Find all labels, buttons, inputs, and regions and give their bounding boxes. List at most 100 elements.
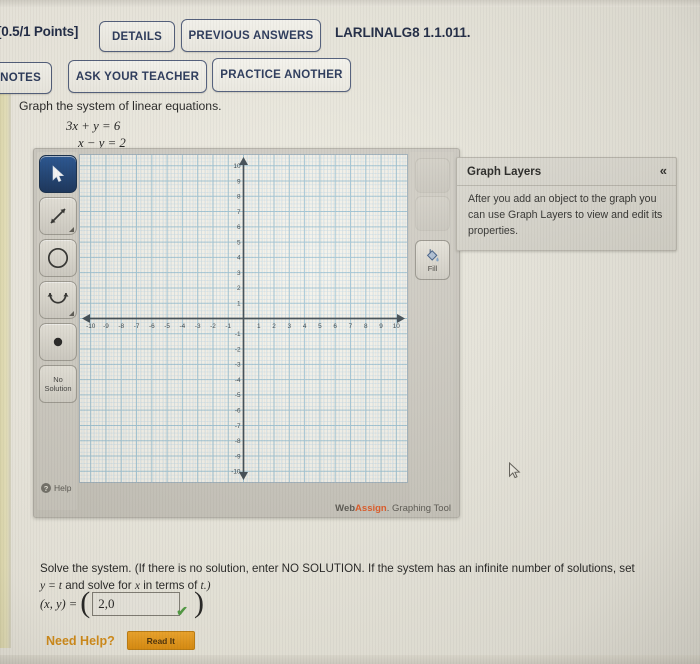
graphing-tool: No Solution ? Help -10 -9 -8 -7 -6 -5 -4 -3 -2 -1… — [33, 148, 460, 518]
top-edge-band — [0, 0, 700, 7]
svg-text:-10: -10 — [231, 469, 241, 476]
graph-help-label: Help — [54, 483, 72, 493]
correct-checkmark-icon: ✔ — [176, 602, 188, 619]
solve-line-2-d: in terms of — [139, 579, 201, 592]
svg-text:9: 9 — [379, 323, 383, 330]
svg-text:-5: -5 — [164, 323, 170, 330]
svg-text:-1: -1 — [225, 323, 231, 330]
answer-row: (x, y) = ( ✔ ) — [40, 588, 204, 619]
graph-layers-message: After you add an object to the graph you… — [468, 193, 663, 237]
graph-toolbar-right: Fill — [410, 152, 454, 510]
svg-text:3: 3 — [288, 323, 292, 330]
svg-text:1: 1 — [237, 301, 241, 308]
my-notes-button[interactable]: Y NOTES — [0, 62, 52, 94]
practice-another-button[interactable]: PRACTICE ANOTHER — [212, 58, 351, 92]
svg-text:1: 1 — [257, 323, 261, 330]
bottom-edge-band — [0, 655, 700, 664]
read-it-button[interactable]: Read It — [126, 631, 195, 650]
point-dot-icon — [53, 337, 63, 347]
svg-text:-5: -5 — [235, 392, 241, 399]
collapse-panel-icon[interactable]: « — [660, 163, 667, 178]
svg-text:3: 3 — [237, 270, 241, 277]
svg-text:8: 8 — [364, 323, 368, 330]
svg-text:7: 7 — [237, 209, 241, 216]
svg-text:-2: -2 — [235, 346, 241, 353]
xy-label: (x, y) = — [40, 596, 78, 611]
brand-web: Web — [335, 503, 356, 514]
graph-toolbar-left: No Solution ? Help — [37, 152, 77, 510]
solve-instructions: Solve the system. (If there is no soluti… — [40, 560, 670, 594]
point-tool-button[interactable] — [39, 323, 77, 361]
fill-tool-button[interactable]: Fill — [415, 240, 450, 280]
svg-text:-9: -9 — [235, 453, 241, 460]
graph-layers-title: Graph Layers — [467, 165, 542, 178]
svg-text:-7: -7 — [235, 423, 241, 430]
webassign-brand: WebAssign. Graphing Tool — [335, 503, 451, 514]
svg-text:-10: -10 — [86, 323, 96, 330]
coordinate-plane: -10 -9 -8 -7 -6 -5 -4 -3 -2 -1 1 2 3 4 5 6 7 8 9 10 10 9 8 7 6 5 4… — [80, 155, 407, 482]
svg-text:7: 7 — [349, 323, 353, 330]
paint-bucket-icon — [426, 248, 439, 261]
circle-icon — [47, 247, 69, 269]
cursor-arrow-icon — [52, 165, 64, 182]
svg-text:-6: -6 — [235, 407, 241, 414]
solve-line-1: Solve the system. (If there is no soluti… — [40, 562, 635, 575]
equation-1: 3x + y = 6 — [66, 119, 121, 133]
question-prompt: Graph the system of linear equations. — [19, 99, 222, 113]
need-help-label: Need Help? — [46, 633, 115, 648]
svg-text:5: 5 — [237, 239, 241, 246]
svg-text:2: 2 — [237, 285, 241, 292]
ask-your-teacher-button[interactable]: ASK YOUR TEACHER — [68, 60, 207, 93]
svg-text:-1: -1 — [235, 331, 241, 338]
svg-text:4: 4 — [303, 323, 307, 330]
question-code: LARLINALG8 1.1.011. — [335, 25, 471, 40]
svg-text:9: 9 — [237, 178, 241, 185]
parabola-tool-button[interactable] — [39, 281, 77, 319]
no-solution-button[interactable]: No Solution — [39, 365, 77, 403]
svg-text:2: 2 — [272, 323, 276, 330]
fill-tool-label: Fill — [427, 263, 438, 273]
svg-text:-9: -9 — [103, 323, 109, 330]
need-help-row: Need Help? Read It — [46, 631, 195, 650]
parabola-curve-icon — [47, 292, 69, 304]
svg-text:-8: -8 — [118, 323, 124, 330]
svg-text:-8: -8 — [235, 438, 241, 445]
parabola-tool-more-indicator — [69, 311, 74, 316]
svg-text:10: 10 — [393, 323, 401, 330]
points-label: [0.5/1 Points] — [0, 24, 79, 39]
question-header: [0.5/1 Points] DETAILS PREVIOUS ANSWERS … — [0, 9, 700, 94]
graph-tool-secondary-a[interactable] — [415, 158, 450, 193]
question-mark-icon: ? — [41, 483, 51, 493]
double-arrow-line-icon — [50, 208, 66, 224]
solve-line-2-b: and solve for — [62, 579, 135, 592]
svg-text:8: 8 — [237, 194, 241, 201]
previous-answers-button[interactable]: PREVIOUS ANSWERS — [181, 19, 321, 52]
graph-help-link[interactable]: ? Help — [41, 483, 71, 493]
svg-text:6: 6 — [333, 323, 337, 330]
graph-tool-secondary-b[interactable] — [415, 196, 450, 231]
equation-block: 3x + y = 6 x − y = 2 — [66, 118, 126, 152]
circle-tool-button[interactable] — [39, 239, 77, 277]
solve-line-2-yt: y = t — [40, 579, 62, 592]
svg-text:-7: -7 — [134, 323, 140, 330]
svg-text:10: 10 — [233, 163, 241, 170]
line-tool-button[interactable] — [39, 197, 77, 235]
svg-text:-3: -3 — [195, 323, 201, 330]
svg-text:-6: -6 — [149, 323, 155, 330]
answer-input[interactable] — [92, 592, 181, 616]
left-paper-strip — [0, 88, 11, 648]
svg-text:-4: -4 — [235, 377, 241, 384]
brand-assign: Assign — [355, 503, 387, 514]
svg-text:6: 6 — [237, 224, 241, 231]
details-button[interactable]: DETAILS — [99, 21, 175, 52]
brand-tail: . Graphing Tool — [386, 503, 451, 514]
svg-text:4: 4 — [237, 255, 241, 262]
svg-text:5: 5 — [318, 323, 322, 330]
svg-text:-2: -2 — [210, 323, 216, 330]
graph-layers-header: Graph Layers « — [457, 158, 676, 186]
graph-canvas[interactable]: -10 -9 -8 -7 -6 -5 -4 -3 -2 -1 1 2 3 4 5 6 7 8 9 10 10 9 8 7 6 5 4… — [79, 154, 408, 483]
graph-layers-panel: Graph Layers « After you add an object t… — [456, 157, 677, 251]
svg-text:-3: -3 — [235, 362, 241, 369]
line-tool-more-indicator — [69, 227, 74, 232]
pointer-tool-button[interactable] — [39, 155, 77, 193]
